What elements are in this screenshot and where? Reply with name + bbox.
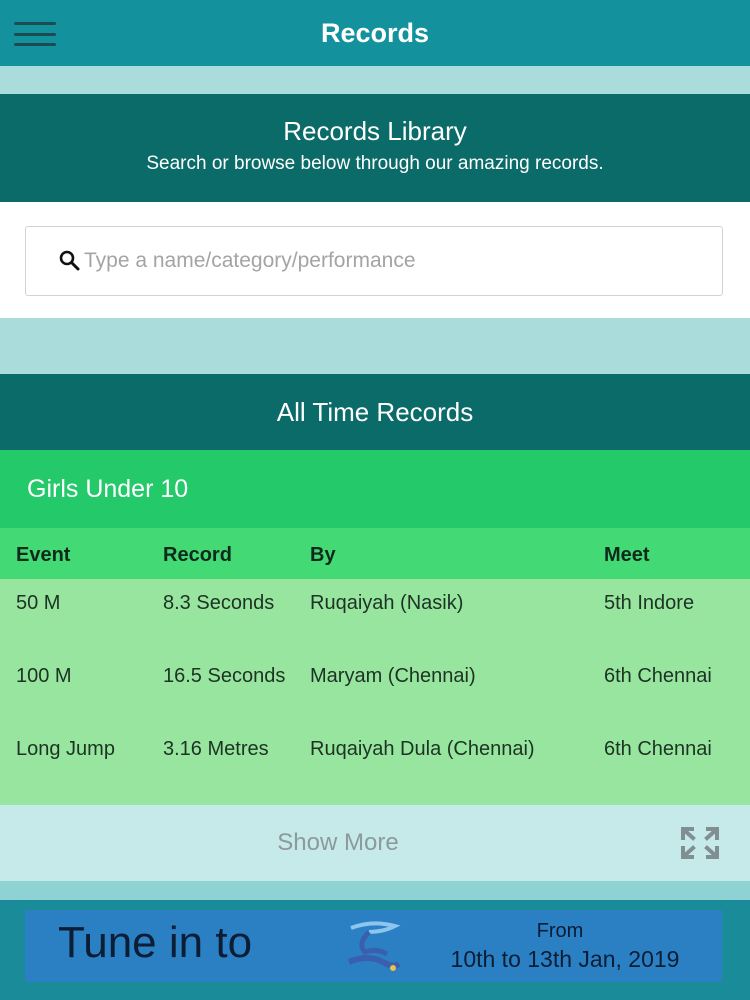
table-row: 50 M 8.3 Seconds Ruqaiyah (Nasik) 5th In… bbox=[0, 579, 750, 652]
search-box[interactable] bbox=[25, 226, 723, 296]
records-table-body: 50 M 8.3 Seconds Ruqaiyah (Nasik) 5th In… bbox=[0, 579, 750, 805]
column-header-event: Event bbox=[16, 544, 71, 566]
category-header[interactable]: Girls Under 10 bbox=[0, 450, 750, 528]
records-library-panel: Records Library Search or browse below t… bbox=[0, 94, 750, 202]
column-header-record: Record bbox=[163, 544, 232, 566]
banner-from-label: From bbox=[536, 920, 584, 942]
event-logo-icon bbox=[347, 921, 401, 971]
top-bar: Records bbox=[0, 0, 750, 66]
spacer-band bbox=[0, 881, 750, 900]
cell-meet: 6th Chennai bbox=[604, 738, 712, 760]
search-section bbox=[0, 202, 750, 318]
cell-meet: 5th Indore bbox=[604, 592, 695, 614]
cell-by: Ruqaiyah Dula (Chennai) bbox=[310, 738, 535, 760]
records-library-subtitle: Search or browse below through our amazi… bbox=[146, 153, 604, 174]
cell-meet: 6th Chennai bbox=[604, 665, 712, 687]
cell-record: 16.5 Seconds bbox=[163, 665, 286, 687]
banner-dates: 10th to 13th Jan, 2019 bbox=[450, 946, 680, 972]
hamburger-menu-icon[interactable] bbox=[14, 22, 56, 46]
records-library-title: Records Library bbox=[283, 116, 467, 146]
records-table-header: Event Record By Meet bbox=[0, 528, 750, 579]
table-row: Long Jump 3.16 Metres Ruqaiyah Dula (Che… bbox=[0, 725, 750, 798]
all-time-records-heading: All Time Records bbox=[0, 374, 750, 450]
cell-event: 50 M bbox=[16, 592, 61, 614]
cell-by: Maryam (Chennai) bbox=[310, 665, 476, 687]
cell-event: Long Jump bbox=[16, 738, 115, 760]
category-title: Girls Under 10 bbox=[27, 474, 189, 503]
promo-banner[interactable]: Tune in to From 10th to 13th Jan, 2019 bbox=[25, 910, 722, 982]
table-row: 100 M 16.5 Seconds Maryam (Chennai) 6th … bbox=[0, 652, 750, 725]
cell-event: 100 M bbox=[16, 665, 72, 687]
search-input[interactable] bbox=[84, 249, 684, 273]
cell-by: Ruqaiyah (Nasik) bbox=[310, 592, 464, 614]
page-title: Records bbox=[320, 17, 430, 48]
show-more-label: Show More bbox=[277, 829, 399, 856]
cell-record: 3.16 Metres bbox=[163, 738, 269, 760]
spacer-band bbox=[0, 66, 750, 94]
cell-record: 8.3 Seconds bbox=[163, 592, 275, 614]
expand-icon[interactable] bbox=[680, 826, 720, 860]
column-header-meet: Meet bbox=[604, 544, 650, 566]
banner-headline: Tune in to bbox=[58, 918, 253, 967]
column-header-by: By bbox=[310, 544, 336, 566]
search-icon bbox=[59, 250, 80, 271]
spacer-band bbox=[0, 318, 750, 374]
show-more-button[interactable]: Show More bbox=[0, 805, 750, 881]
